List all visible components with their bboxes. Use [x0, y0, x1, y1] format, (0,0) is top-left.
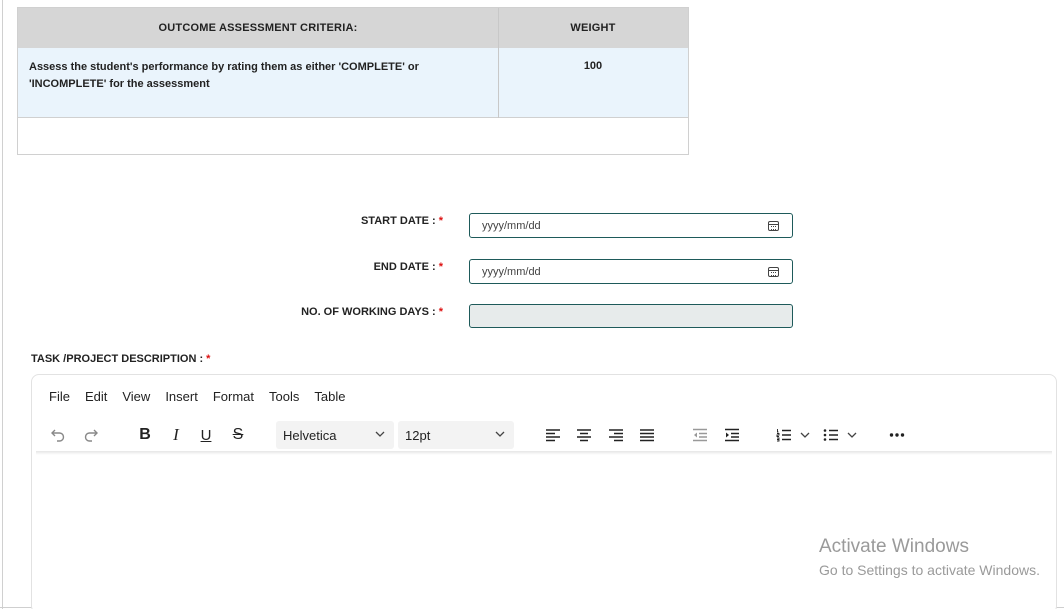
bullet-list-icon[interactable] — [821, 423, 841, 447]
task-description-label-text: TASK /PROJECT DESCRIPTION : — [31, 353, 204, 365]
bold-button[interactable]: B — [135, 423, 155, 447]
end-date-input[interactable]: yyyy/mm/dd — [469, 259, 793, 284]
required-marker: * — [438, 261, 443, 273]
chevron-down-icon — [494, 428, 506, 443]
undo-icon[interactable] — [48, 423, 68, 447]
editor-toolbar: B I U S Helvetica 12pt — [32, 419, 1058, 451]
required-marker: * — [438, 215, 443, 227]
font-family-value: Helvetica — [283, 428, 337, 443]
numbered-list-icon[interactable] — [774, 423, 794, 447]
criteria-line-1: Assess the student's performance by rati… — [29, 61, 419, 73]
end-date-label-text: END DATE : — [373, 261, 436, 273]
menu-format[interactable]: Format — [213, 389, 254, 404]
more-icon[interactable] — [887, 423, 907, 447]
required-marker: * — [438, 306, 443, 318]
header-weight: WEIGHT — [570, 22, 616, 34]
table-header: OUTCOME ASSESSMENT CRITERIA: WEIGHT — [18, 8, 688, 48]
strikethrough-button[interactable]: S — [228, 423, 248, 447]
align-left-icon[interactable] — [543, 423, 563, 447]
menu-insert[interactable]: Insert — [165, 389, 198, 404]
start-date-input[interactable]: yyyy/mm/dd — [469, 213, 793, 238]
chevron-down-icon[interactable] — [845, 423, 859, 447]
menu-file[interactable]: File — [49, 389, 70, 404]
criteria-line-2: 'INCOMPLETE' for the assessment — [29, 78, 210, 90]
weight-cell: 100 — [583, 60, 603, 72]
font-family-select[interactable]: Helvetica — [276, 421, 394, 449]
chevron-down-icon — [374, 428, 386, 443]
end-date-label: END DATE : * — [300, 261, 443, 273]
start-date-label-text: START DATE : — [360, 215, 436, 227]
redo-icon[interactable] — [81, 423, 101, 447]
criteria-cell: Assess the student's performance by rati… — [29, 59, 449, 93]
watermark-subtitle: Go to Settings to activate Windows. — [819, 562, 1040, 578]
start-date-placeholder: yyyy/mm/dd — [482, 220, 541, 232]
working-days-input[interactable] — [469, 304, 793, 328]
start-date-label: START DATE : * — [300, 215, 443, 227]
chevron-down-icon[interactable] — [798, 423, 812, 447]
editor-menubar: File Edit View Insert Format Tools Table — [49, 389, 360, 404]
align-right-icon[interactable] — [606, 423, 626, 447]
italic-button[interactable]: I — [166, 423, 186, 447]
align-center-icon[interactable] — [574, 423, 594, 447]
watermark-title: Activate Windows — [819, 536, 969, 557]
outdent-icon[interactable] — [690, 423, 710, 447]
working-days-label: NO. OF WORKING DAYS : * — [240, 306, 443, 318]
end-date-placeholder: yyyy/mm/dd — [482, 266, 541, 278]
font-size-select[interactable]: 12pt — [398, 421, 514, 449]
activate-windows-watermark: Activate Windows Go to Settings to activ… — [819, 536, 1040, 578]
align-justify-icon[interactable] — [637, 423, 657, 447]
menu-tools[interactable]: Tools — [269, 389, 299, 404]
menu-edit[interactable]: Edit — [85, 389, 107, 404]
menu-view[interactable]: View — [122, 389, 150, 404]
font-size-value: 12pt — [405, 428, 431, 443]
task-description-label: TASK /PROJECT DESCRIPTION : * — [31, 353, 210, 365]
working-days-label-text: NO. OF WORKING DAYS : — [301, 306, 436, 318]
underline-button[interactable]: U — [196, 423, 216, 447]
required-marker: * — [206, 353, 211, 365]
menu-table[interactable]: Table — [314, 389, 345, 404]
calendar-icon[interactable] — [768, 221, 779, 231]
criteria-table: OUTCOME ASSESSMENT CRITERIA: WEIGHT Asse… — [17, 7, 689, 155]
toolbar-divider — [36, 451, 1052, 455]
header-criteria: OUTCOME ASSESSMENT CRITERIA: — [158, 22, 358, 34]
indent-icon[interactable] — [722, 423, 742, 447]
calendar-icon[interactable] — [768, 267, 779, 277]
